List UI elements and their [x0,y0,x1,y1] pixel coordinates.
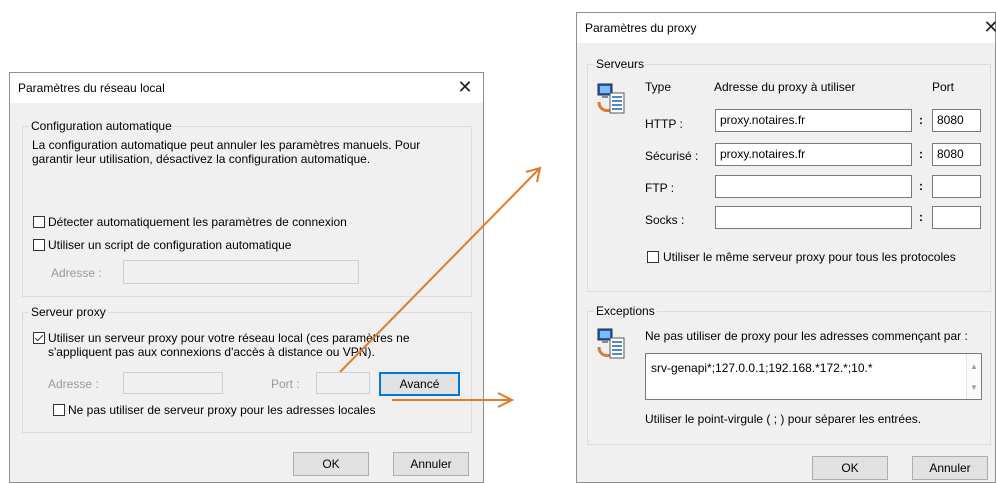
lan-ok-button[interactable]: OK [293,452,369,476]
separator-hint: Utiliser le point-virgule ( ; ) pour sép… [645,412,922,426]
exceptions-legend: Exceptions [594,304,657,318]
secure-port-input[interactable]: 8080 [932,143,981,166]
same-proxy-checkbox[interactable] [647,251,659,263]
lan-settings-dialog: Paramètres du réseau local ✕ Configurati… [9,72,484,483]
secure-address-input[interactable]: proxy.notaires.fr [715,143,912,166]
use-proxy-checkbox[interactable] [33,332,45,344]
proxy-port-label: Port : [271,377,300,391]
ftp-port-input[interactable] [932,175,981,198]
auto-script-label: Utiliser un script de configuration auto… [48,238,292,252]
http-port-input[interactable]: 8080 [932,109,981,132]
socks-colon: : [919,210,923,224]
use-proxy-label-line1: Utiliser un serveur proxy pour votre rés… [48,331,410,345]
detect-settings-label: Détecter automatiquement les paramètres … [48,215,347,229]
proxy-settings-dialog: Paramètres du proxy ✕ Serveurs Type Adre… [576,12,996,483]
script-address-label: Adresse : [51,266,102,280]
proxy-server-legend: Serveur proxy [29,305,108,319]
column-type-header: Type [645,80,672,94]
proxy-address-label: Adresse : [48,377,99,391]
script-address-input[interactable] [123,260,359,284]
exceptions-description: Ne pas utiliser de proxy pour les adress… [645,329,968,343]
close-icon[interactable]: ✕ [451,75,479,99]
exceptions-value: srv-genapi*;127.0.0.1;192.168.*172.*;10.… [651,361,873,375]
http-address-input[interactable]: proxy.notaires.fr [715,109,912,132]
ftp-colon: : [919,179,923,193]
secure-colon: : [919,147,923,161]
row-secure-type: Sécurisé : [645,149,699,163]
auto-config-description-line2: garantir leur utilisation, désactivez la… [32,152,371,166]
use-proxy-label-line2: s'appliquent pas aux connexions d'accès … [48,345,375,359]
same-proxy-label: Utiliser le même serveur proxy pour tous… [663,250,956,264]
proxy-address-input[interactable] [123,372,223,394]
lan-dialog-title: Paramètres du réseau local [18,81,165,95]
network-computer-icon [597,328,625,359]
proxy-dialog-title: Paramètres du proxy [585,21,697,35]
row-ftp-type: FTP : [645,181,675,195]
socks-address-input[interactable] [715,206,912,229]
bypass-local-label: Ne pas utiliser de serveur proxy pour le… [68,403,376,417]
scroll-down-icon[interactable]: ▼ [967,383,981,392]
lan-cancel-button[interactable]: Annuler [393,452,469,476]
auto-script-checkbox[interactable] [33,239,45,251]
detect-settings-checkbox[interactable] [33,216,45,228]
auto-config-description-line1: La configuration automatique peut annule… [32,138,421,152]
column-address-header: Adresse du proxy à utiliser [714,80,856,94]
lan-title-bar: Paramètres du réseau local ✕ [10,73,483,103]
ftp-address-input[interactable] [715,175,912,198]
proxy-title-bar: Paramètres du proxy ✕ [577,13,996,43]
socks-port-input[interactable] [932,206,981,229]
exceptions-textarea[interactable]: srv-genapi*;127.0.0.1;192.168.*172.*;10.… [645,353,982,400]
row-http-type: HTTP : [645,117,683,131]
proxy-port-input[interactable] [316,372,370,394]
auto-config-legend: Configuration automatique [29,119,174,133]
servers-legend: Serveurs [594,57,647,71]
advanced-button[interactable]: Avancé [379,372,460,396]
proxy-ok-button[interactable]: OK [812,456,888,480]
close-icon[interactable]: ✕ [977,15,996,39]
http-colon: : [919,113,923,127]
column-port-header: Port [932,80,955,94]
exceptions-scrollbar[interactable]: ▲ ▼ [966,354,981,399]
network-computer-icon [597,83,625,114]
row-socks-type: Socks : [645,213,685,227]
bypass-local-checkbox[interactable] [53,404,65,416]
scroll-up-icon[interactable]: ▲ [967,362,981,371]
proxy-cancel-button[interactable]: Annuler [912,456,988,480]
